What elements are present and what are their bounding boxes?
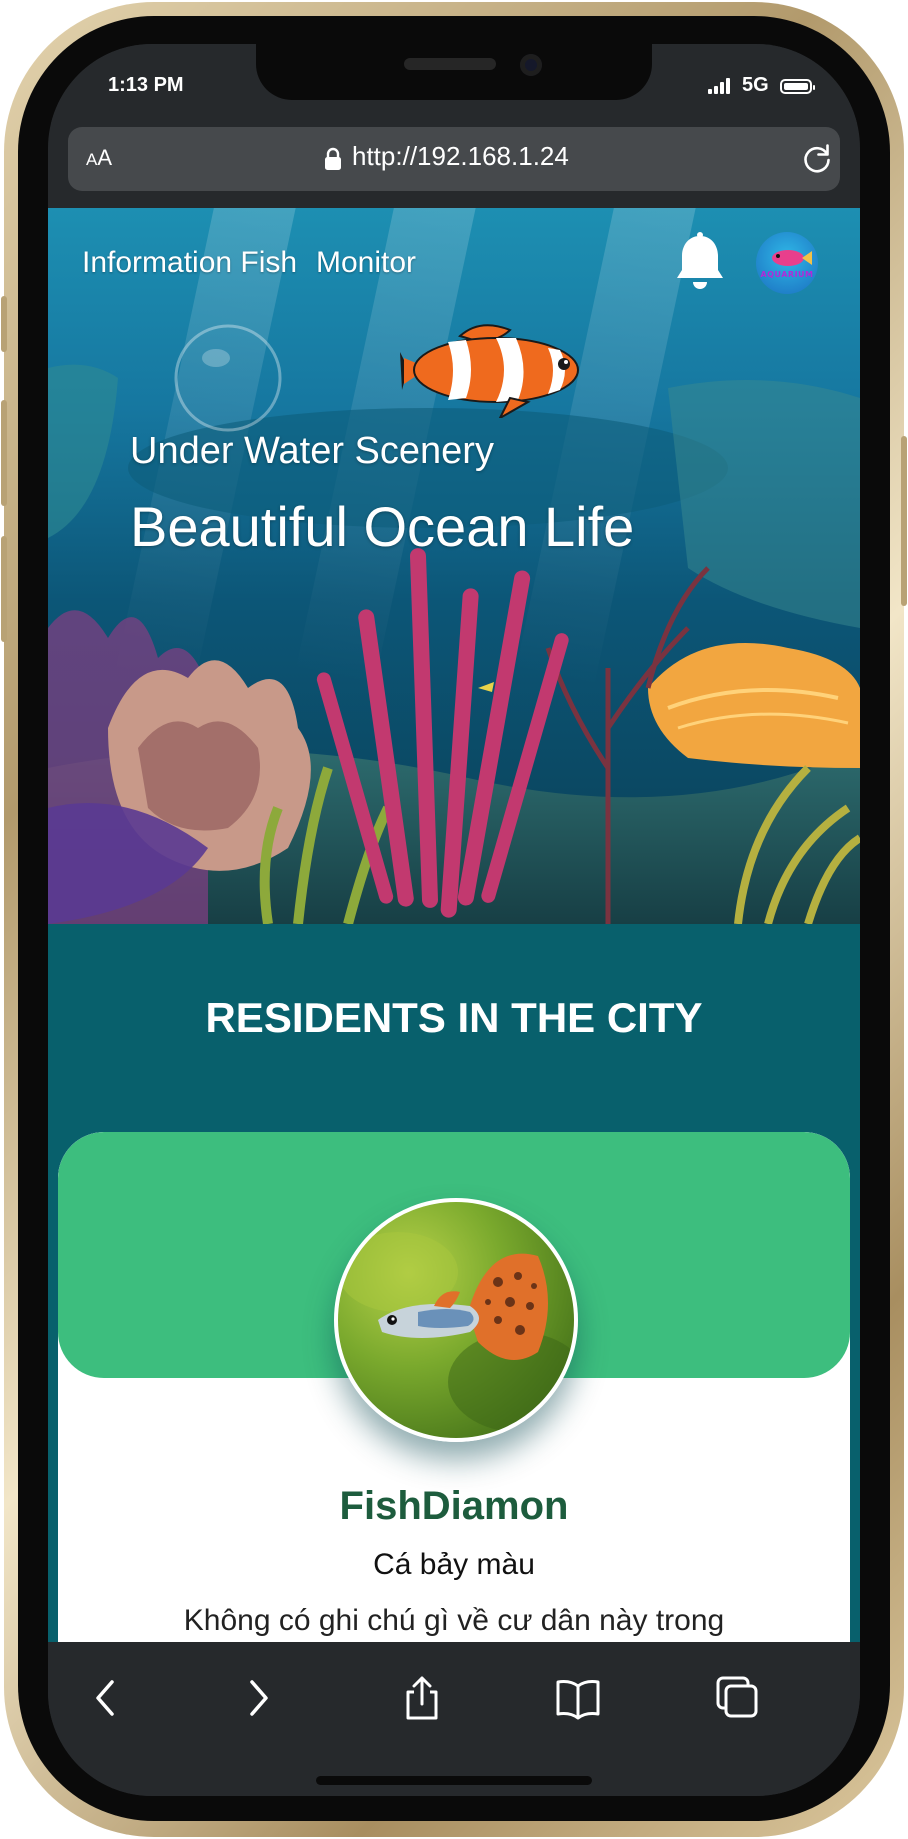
guppy-fish-icon bbox=[338, 1232, 574, 1432]
resident-card[interactable]: FishDiamon Cá bảy màu Không có ghi chú g… bbox=[58, 1132, 850, 1652]
earpiece-speaker bbox=[404, 58, 496, 70]
browser-toolbar bbox=[48, 1642, 860, 1796]
signal-bars-icon bbox=[708, 78, 734, 94]
network-type: 5G bbox=[742, 74, 769, 96]
volume-down-button bbox=[1, 536, 7, 642]
bookmarks-icon[interactable] bbox=[556, 1676, 600, 1720]
lock-icon bbox=[325, 147, 341, 170]
nav-link-information-fish[interactable]: Information Fish bbox=[82, 246, 297, 280]
reload-icon[interactable] bbox=[800, 142, 834, 176]
bell-icon[interactable] bbox=[674, 232, 726, 292]
hero-headline: Beautiful Ocean Life bbox=[130, 495, 635, 558]
resident-photo bbox=[334, 1198, 578, 1442]
nav-link-monitor[interactable]: Monitor bbox=[316, 246, 416, 280]
hero-subtitle: Under Water Scenery bbox=[130, 430, 494, 472]
avatar-logo-text: AQUARIUM bbox=[760, 270, 814, 279]
text-size-button[interactable]: AA bbox=[86, 145, 112, 171]
section-title: RESIDENTS IN THE CITY bbox=[205, 994, 703, 1041]
resident-note: Không có ghi chú gì về cư dân này trong bbox=[183, 1604, 725, 1637]
clownfish-icon bbox=[400, 324, 579, 418]
status-time: 1:13 PM bbox=[108, 74, 184, 96]
resident-species: Cá bảy màu bbox=[373, 1548, 535, 1581]
url-text[interactable]: http://192.168.1.24 bbox=[352, 141, 569, 172]
home-indicator bbox=[316, 1776, 592, 1785]
hero-banner: Information Fish Monitor AQUARIUM Under … bbox=[48, 208, 860, 924]
forward-icon[interactable] bbox=[236, 1676, 280, 1720]
back-icon[interactable] bbox=[84, 1676, 128, 1720]
coral-reef-illustration bbox=[48, 324, 860, 924]
mute-switch bbox=[1, 296, 7, 352]
resident-name: FishDiamon bbox=[339, 1484, 569, 1528]
notch bbox=[256, 44, 652, 100]
address-bar[interactable]: AA http://192.168.1.24 bbox=[68, 127, 840, 191]
avatar[interactable]: AQUARIUM bbox=[756, 232, 818, 294]
aquarium-logo-icon bbox=[772, 250, 812, 266]
web-page: Information Fish Monitor AQUARIUM Under … bbox=[48, 208, 860, 1652]
battery-full-icon bbox=[780, 79, 815, 94]
power-button bbox=[901, 436, 907, 606]
front-camera bbox=[520, 54, 542, 76]
tabs-icon[interactable] bbox=[716, 1676, 760, 1720]
volume-up-button bbox=[1, 400, 7, 506]
share-icon[interactable] bbox=[400, 1676, 444, 1720]
phone-screen: 1:13 PM 5G AA http://192.168.1.24 Inform… bbox=[48, 44, 860, 1796]
